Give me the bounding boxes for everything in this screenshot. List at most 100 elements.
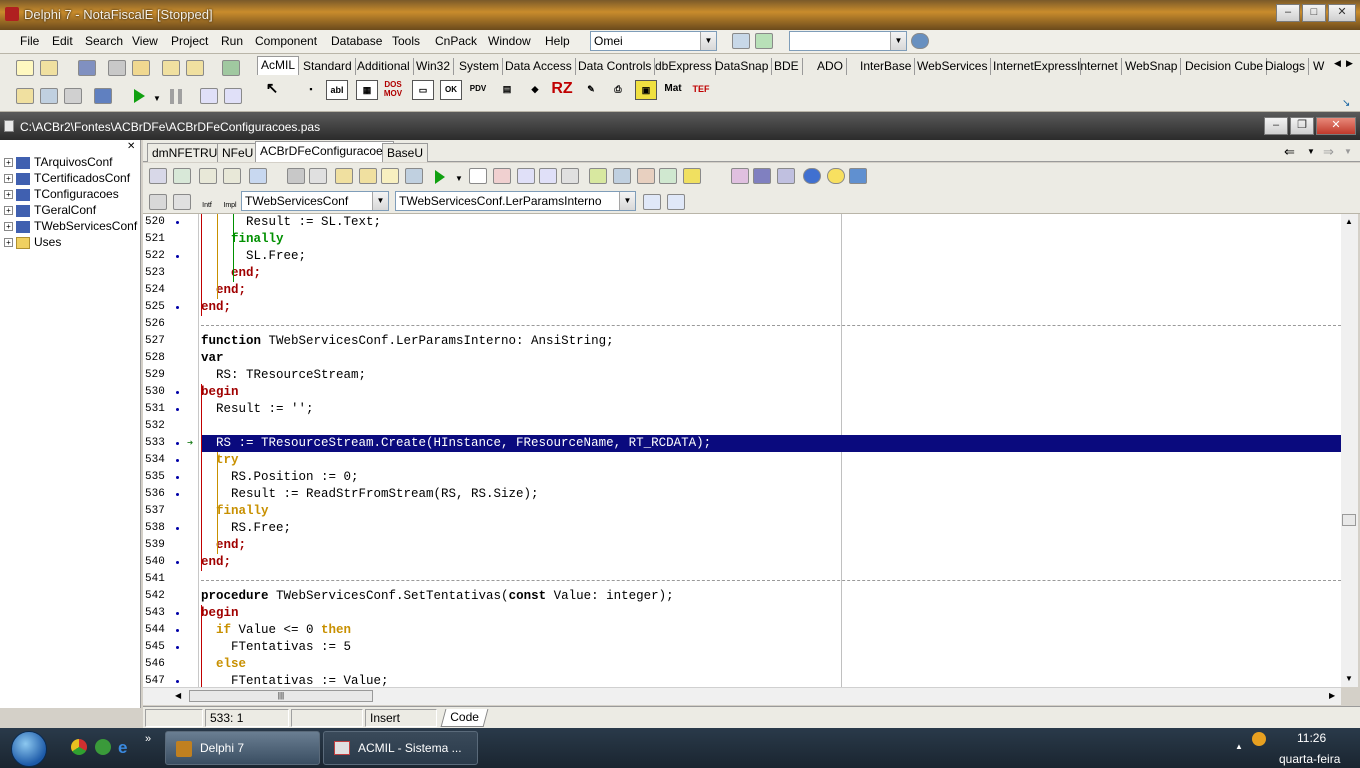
menu-run[interactable]: Run (221, 34, 243, 48)
grid-component-icon[interactable]: ▦ (356, 80, 378, 100)
lightbulb-icon[interactable] (827, 168, 845, 184)
breakpoint-dot-icon[interactable] (176, 612, 179, 615)
desktop-combo[interactable]: Omei ▼ (590, 31, 717, 51)
palette-tab-ado[interactable]: ADO (814, 58, 848, 75)
shield-component-icon[interactable]: ◆ (524, 80, 546, 100)
tray-app-icon[interactable] (1252, 732, 1266, 746)
horizontal-scrollbar[interactable]: ◀ ||| ▶ (143, 687, 1341, 705)
tool-component-icon[interactable]: ✎ (580, 80, 602, 100)
scroll-thumb[interactable] (1342, 514, 1356, 526)
menu-project[interactable]: Project (171, 34, 208, 48)
tab-baseu[interactable]: BaseU (382, 143, 429, 162)
palette-tab-data-controls[interactable]: Data Controls (575, 58, 656, 75)
chrome-icon[interactable] (71, 739, 87, 755)
code-line[interactable]: Result := SL.Text; (201, 214, 381, 231)
code-line[interactable]: else (201, 656, 246, 673)
ed-tool-icon[interactable] (199, 168, 217, 184)
list-view-icon[interactable] (643, 194, 661, 210)
code-line[interactable]: RS.Free; (201, 520, 291, 537)
ed-tool-icon[interactable] (613, 168, 631, 184)
palette-tab-decision-cube[interactable]: Decision Cube (1182, 58, 1268, 75)
breakpoint-dot-icon[interactable] (176, 561, 179, 564)
minimize-button[interactable]: – (1276, 4, 1300, 22)
palette-tab-w[interactable]: W (1310, 58, 1327, 75)
show-hidden-icons-icon[interactable]: ▲ (1235, 742, 1243, 751)
tree-item-tcertificadosconf[interactable]: + TCertificadosConf (4, 170, 130, 186)
code-line[interactable]: end; (201, 265, 261, 282)
ed-tool-icon[interactable] (493, 168, 511, 184)
menu-window[interactable]: Window (488, 34, 531, 48)
outline-view-icon[interactable] (667, 194, 685, 210)
impl-button[interactable]: Impl (220, 191, 240, 212)
code-line[interactable]: end; (201, 299, 231, 316)
vertical-scrollbar[interactable]: ▲ ▼ (1341, 214, 1358, 687)
code-line[interactable]: RS := TResourceStream.Create(HInstance, … (201, 435, 1341, 452)
maximize-button[interactable]: □ (1302, 4, 1326, 22)
palette-tab-datasnap[interactable]: DataSnap (712, 58, 773, 75)
tab-acbrdfeconfiguracoes[interactable]: ACBrDFeConfiguracoes (255, 141, 394, 162)
back-dropdown-icon[interactable]: ▼ (1307, 147, 1315, 156)
tree-item-tconfiguracoes[interactable]: + TConfiguracoes (4, 186, 119, 202)
code-line[interactable]: var (201, 350, 224, 367)
breakpoint-dot-icon[interactable] (176, 629, 179, 632)
tree-item-twebservicesconf[interactable]: + TWebServicesConf (4, 218, 137, 234)
run-icon[interactable] (134, 89, 145, 103)
ed-tool-icon[interactable] (287, 168, 305, 184)
ed-tool-icon[interactable] (731, 168, 749, 184)
ed-tool-icon[interactable] (753, 168, 771, 184)
palette-tab-internetexpress[interactable]: InternetExpress (990, 58, 1082, 75)
breakpoint-dot-icon[interactable] (176, 493, 179, 496)
ed-tool-icon[interactable] (381, 168, 399, 184)
ed-tool-icon[interactable] (539, 168, 557, 184)
palette-scroll-left-icon[interactable]: ◀ (1334, 58, 1341, 69)
ed-tool-icon[interactable] (309, 168, 327, 184)
menu-component[interactable]: Component (255, 34, 317, 48)
search-combo[interactable]: ▼ (789, 31, 907, 51)
ed-nav-icon[interactable] (149, 194, 167, 210)
tab-nfeu[interactable]: NFeU (217, 143, 259, 162)
view-form-icon[interactable] (40, 88, 58, 104)
help-icon[interactable] (803, 168, 821, 184)
menu-help[interactable]: Help (545, 34, 570, 48)
ed-tool-icon[interactable] (173, 168, 191, 184)
ed-tool-icon[interactable] (659, 168, 677, 184)
taskbar-delphi-button[interactable]: Delphi 7 (165, 731, 320, 765)
breakpoint-dot-icon[interactable] (176, 646, 179, 649)
rz-component-icon[interactable]: RZ (551, 80, 573, 100)
ed-tool-icon[interactable] (223, 168, 241, 184)
menu-database[interactable]: Database (331, 34, 382, 48)
scanner-component-icon[interactable]: ▣ (635, 80, 657, 100)
palette-tab-data-access[interactable]: Data Access (502, 58, 576, 75)
tree-item-tarquivosconf[interactable]: + TArquivosConf (4, 154, 112, 170)
scroll-right-icon[interactable]: ▶ (1329, 691, 1335, 700)
close-button[interactable]: ✕ (1328, 4, 1356, 22)
ed-run-icon[interactable] (435, 170, 445, 184)
scroll-left-icon[interactable]: ◀ (175, 691, 181, 700)
breakpoint-dot-icon[interactable] (176, 255, 179, 258)
ed-nav-icon[interactable] (173, 194, 191, 210)
dos-mov-component-icon[interactable]: DOS MOV (382, 80, 404, 100)
panel-component-icon[interactable]: ▭ (412, 80, 434, 100)
palette-tab-webservices[interactable]: WebServices (914, 58, 992, 75)
palette-tab-internet[interactable]: Internet (1074, 58, 1122, 75)
code-line[interactable]: procedure TWebServicesConf.SetTentativas… (201, 588, 674, 605)
globe-icon[interactable] (911, 33, 929, 49)
palette-tab-standard[interactable]: Standard (300, 58, 356, 75)
menu-tools[interactable]: Tools (392, 34, 420, 48)
new-icon[interactable] (16, 60, 34, 76)
ed-tool-icon[interactable] (589, 168, 607, 184)
palette-scroll-right-icon[interactable]: ▶ (1346, 58, 1353, 69)
tab-dmnfetru[interactable]: dmNFETRU (147, 143, 223, 162)
help-book-icon[interactable] (222, 60, 240, 76)
breakpoint-dot-icon[interactable] (176, 527, 179, 530)
set-debug-desktop-icon[interactable] (755, 33, 773, 49)
code-line[interactable]: function TWebServicesConf.LerParamsInter… (201, 333, 614, 350)
breakpoint-dot-icon[interactable] (176, 442, 179, 445)
ed-tool-icon[interactable] (777, 168, 795, 184)
tef-component-icon[interactable]: TEF (690, 80, 712, 100)
breakpoint-dot-icon[interactable] (176, 408, 179, 411)
ed-tool-icon[interactable] (149, 168, 167, 184)
code-line[interactable]: if Value <= 0 then (201, 622, 351, 639)
editor-minimize-button[interactable]: – (1264, 117, 1288, 135)
editor-restore-button[interactable]: ❐ (1290, 117, 1314, 135)
